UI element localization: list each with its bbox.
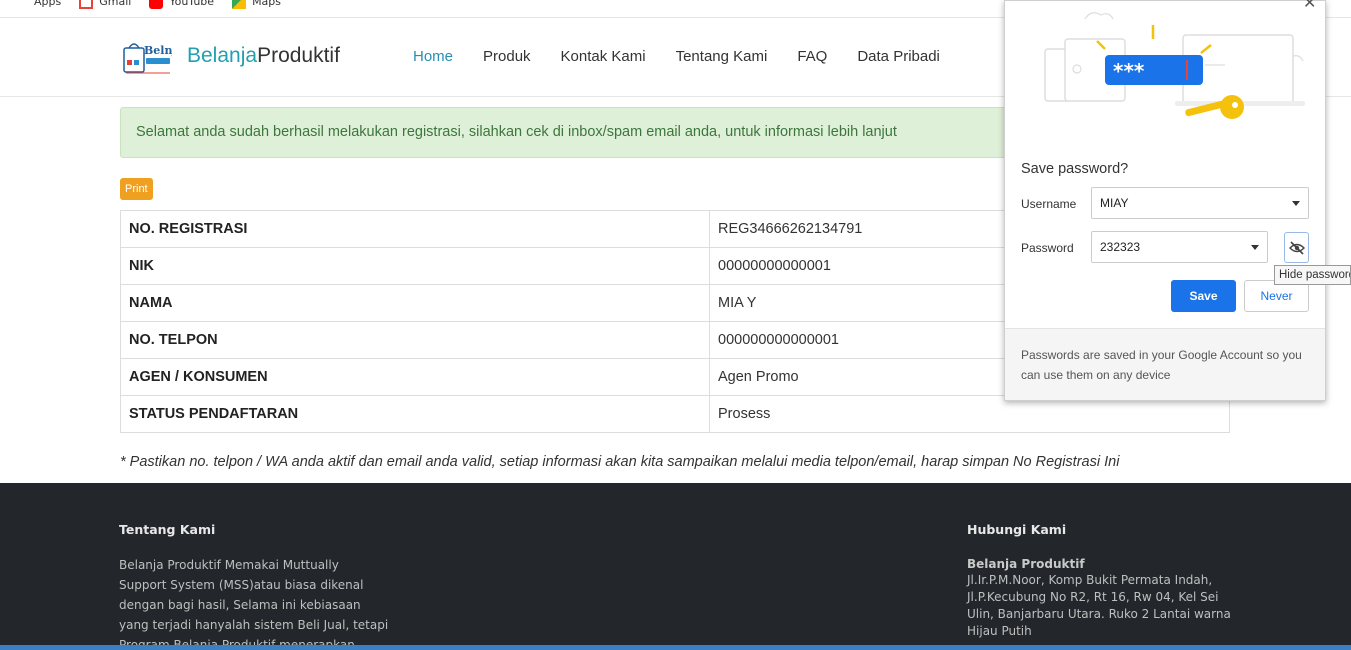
bookmark-label: Apps xyxy=(34,0,62,8)
footer-contact-address: Jl.Ir.P.M.Noor, Komp Bukit Permata Indah… xyxy=(967,573,1231,638)
footer-contact-title: Hubungi Kami xyxy=(967,522,1067,537)
brand-name[interactable]: BelanjaProduktif xyxy=(187,44,340,68)
apps-icon xyxy=(14,0,28,9)
nav-tentang-kami[interactable]: Tentang Kami xyxy=(661,48,783,65)
footer-contact-name: Belanja Produktif xyxy=(967,557,1085,571)
footer-about-text: Belanja Produktif Memakai Muttually Supp… xyxy=(119,558,389,650)
username-value: MIAY xyxy=(1100,196,1129,210)
save-button[interactable]: Save xyxy=(1171,280,1236,312)
chevron-down-icon xyxy=(1251,245,1259,250)
bookmark-label: Gmail xyxy=(99,0,132,8)
bookmark-label: YouTube xyxy=(169,0,215,8)
dialog-title: Save password? xyxy=(1021,161,1129,177)
bookmark-maps[interactable]: Maps xyxy=(232,0,281,9)
save-password-dialog: ✕ *** Save password? Username MIAY Passw… xyxy=(1004,0,1326,401)
dialog-footer-text: Passwords are saved in your Google Accou… xyxy=(1005,328,1325,400)
registration-note: * Pastikan no. telpon / WA anda aktif da… xyxy=(120,454,1120,470)
svg-text:Belnja: Belnja xyxy=(144,44,172,57)
youtube-icon xyxy=(149,0,164,9)
table-key: NAMA xyxy=(120,284,710,322)
password-illustration: *** xyxy=(1044,12,1305,119)
svg-text:***: *** xyxy=(1113,59,1145,83)
nav-home[interactable]: Home xyxy=(398,48,468,65)
table-row: STATUS PENDAFTARAN Prosess xyxy=(120,395,1230,433)
bookmark-apps[interactable]: Apps xyxy=(14,0,61,9)
hide-password-button[interactable] xyxy=(1284,232,1309,263)
username-select[interactable]: MIAY xyxy=(1091,187,1309,219)
username-label: Username xyxy=(1021,197,1077,211)
nav-kontak-kami[interactable]: Kontak Kami xyxy=(546,48,661,65)
chevron-down-icon xyxy=(1292,201,1300,206)
bookmark-label: Maps xyxy=(252,0,282,8)
site-footer: Tentang Kami Belanja Produktif Memakai M… xyxy=(0,483,1351,650)
brand-name-part1: Belanja xyxy=(187,44,258,67)
password-label: Password xyxy=(1021,241,1074,255)
nav-produk[interactable]: Produk xyxy=(468,48,546,65)
table-key: NO. TELPON xyxy=(120,321,710,359)
gmail-icon xyxy=(79,0,94,9)
print-button[interactable]: Print xyxy=(120,178,153,200)
brand-logo[interactable]: Belnja xyxy=(122,40,172,76)
table-value: Prosess xyxy=(709,395,1230,433)
bookmark-youtube[interactable]: YouTube xyxy=(149,0,214,9)
brand-name-part2: Produktif xyxy=(257,44,340,67)
table-key: NIK xyxy=(120,247,710,285)
table-key: NO. REGISTRASI xyxy=(120,210,710,248)
hide-password-tooltip: Hide password xyxy=(1274,265,1351,285)
maps-icon xyxy=(232,0,247,9)
taskbar-strip xyxy=(0,645,1351,650)
table-key: STATUS PENDAFTARAN xyxy=(120,395,710,433)
nav-faq[interactable]: FAQ xyxy=(782,48,842,65)
footer-about-title: Tentang Kami xyxy=(119,522,216,537)
password-select[interactable]: 232323 xyxy=(1091,231,1268,263)
table-key: AGEN / KONSUMEN xyxy=(120,358,710,396)
eye-off-icon xyxy=(1288,240,1305,255)
main-nav: Home Produk Kontak Kami Tentang Kami FAQ… xyxy=(398,48,955,65)
password-value: 232323 xyxy=(1100,240,1141,254)
bookmark-gmail[interactable]: Gmail xyxy=(79,0,131,9)
nav-data-pribadi[interactable]: Data Pribadi xyxy=(842,48,955,65)
